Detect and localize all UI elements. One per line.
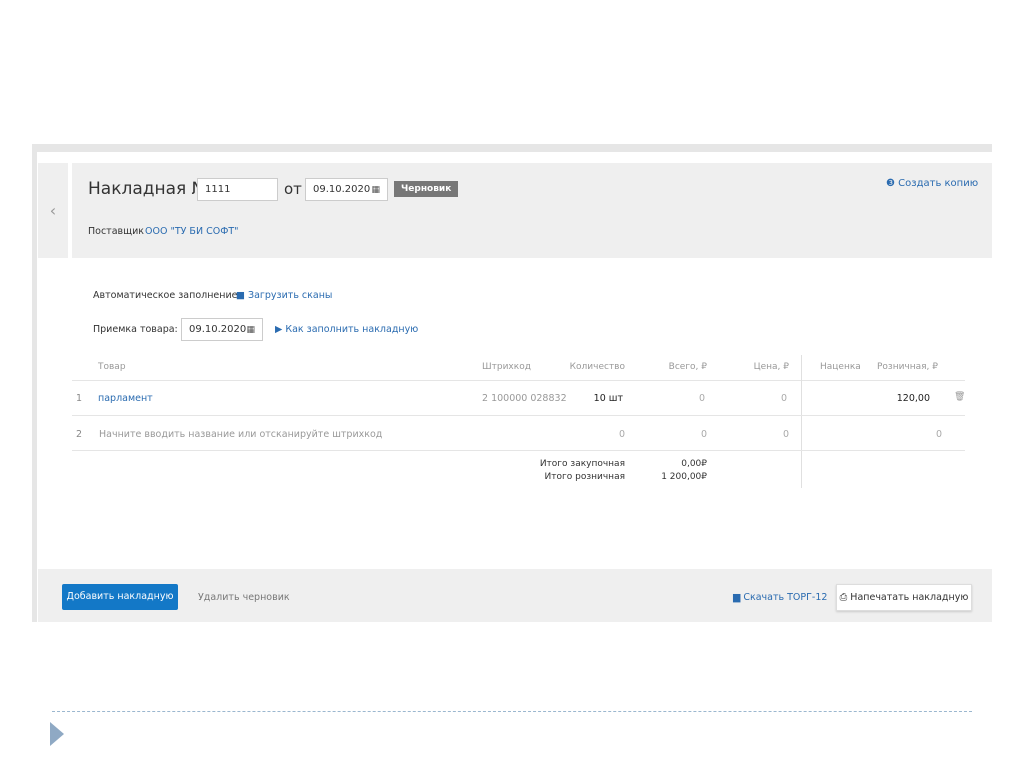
page-title: Накладная № bbox=[88, 179, 210, 199]
column-divider bbox=[801, 355, 802, 488]
upload-scans-link[interactable]: ■ Загрузить сканы bbox=[236, 290, 332, 301]
calendar-icon[interactable]: ▦ bbox=[371, 179, 380, 201]
divider bbox=[72, 450, 965, 451]
divider bbox=[72, 415, 965, 416]
row-number: 1 bbox=[76, 393, 83, 404]
download-torg12-label: Скачать ТОРГ-12 bbox=[743, 592, 828, 603]
price-input[interactable]: 0 bbox=[709, 429, 789, 440]
quantity-input[interactable]: 0 bbox=[545, 429, 625, 440]
left-border bbox=[32, 152, 37, 622]
delete-draft-link[interactable]: Удалить черновик bbox=[198, 592, 290, 603]
upload-scans-label: Загрузить сканы bbox=[248, 290, 333, 301]
print-invoice-button[interactable]: ⎙ Напечатать накладную bbox=[836, 584, 972, 611]
retail-total-label: Итого розничная bbox=[544, 472, 625, 482]
slide-divider bbox=[52, 711, 972, 712]
copy-icon: ❸ bbox=[886, 178, 899, 189]
document-icon: ▆ bbox=[733, 592, 744, 603]
download-torg12-link[interactable]: ▆ Скачать ТОРГ-12 bbox=[733, 592, 827, 603]
col-qty: Количество bbox=[569, 362, 625, 372]
slide-arrow-icon bbox=[50, 722, 64, 746]
status-badge: Черновик bbox=[394, 181, 459, 197]
col-retail: Розничная, ₽ bbox=[876, 362, 938, 372]
top-bar bbox=[32, 144, 992, 152]
col-total: Всего, ₽ bbox=[668, 362, 707, 372]
total-input[interactable]: 0 bbox=[627, 429, 707, 440]
back-button[interactable]: ‹ bbox=[38, 163, 68, 258]
trash-icon[interactable]: 🗑 bbox=[954, 392, 965, 402]
from-label: от bbox=[284, 180, 302, 198]
print-invoice-label: Напечатать накладную bbox=[850, 592, 969, 603]
divider bbox=[72, 380, 965, 381]
create-copy-link[interactable]: ❸ Создать копию bbox=[886, 178, 978, 189]
quantity-input[interactable]: 10 шт bbox=[545, 393, 623, 404]
row-number: 2 bbox=[76, 429, 83, 440]
purchase-total: 0,00₽ bbox=[681, 459, 707, 469]
col-price: Цена, ₽ bbox=[753, 362, 789, 372]
how-to-fill-link[interactable]: ▶ Как заполнить накладную bbox=[275, 324, 418, 335]
product-search-input[interactable]: Начните вводить название или отсканируйт… bbox=[99, 429, 382, 440]
price-input[interactable]: 0 bbox=[709, 393, 787, 404]
receipt-date-input[interactable]: 09.10.2020 ▦ bbox=[181, 318, 263, 341]
col-markup: Наценка bbox=[820, 362, 861, 372]
retail-input[interactable]: 120,00 bbox=[850, 393, 930, 404]
purchase-total-label: Итого закупочная bbox=[539, 459, 625, 469]
video-icon: ▶ bbox=[275, 324, 286, 335]
autofill-label: Автоматическое заполнение: bbox=[93, 290, 241, 301]
invoice-date-input[interactable]: 09.10.2020 ▦ bbox=[305, 178, 388, 201]
col-product: Товар bbox=[98, 362, 126, 372]
receipt-label: Приемка товара: bbox=[93, 324, 178, 335]
calendar-icon[interactable]: ▦ bbox=[246, 319, 255, 341]
create-copy-label: Создать копию bbox=[898, 178, 979, 189]
total-input[interactable]: 0 bbox=[627, 393, 705, 404]
receipt-date-value: 09.10.2020 bbox=[189, 324, 247, 335]
col-barcode: Штрихкод bbox=[482, 362, 531, 372]
camera-icon: ■ bbox=[236, 290, 248, 301]
retail-total: 1 200,00₽ bbox=[661, 472, 707, 482]
how-to-fill-label: Как заполнить накладную bbox=[285, 324, 419, 335]
invoice-date-value: 09.10.2020 bbox=[313, 184, 371, 195]
retail-input[interactable]: 0 bbox=[862, 429, 942, 440]
add-invoice-button[interactable]: Добавить накладную bbox=[62, 584, 178, 610]
product-link[interactable]: парламент bbox=[98, 393, 153, 404]
supplier-link[interactable]: ООО "ТУ БИ СОФТ" bbox=[145, 226, 239, 237]
supplier-label: Поставщик bbox=[88, 226, 144, 237]
chevron-left-icon: ‹ bbox=[49, 201, 57, 220]
invoice-number-input[interactable]: 1111 bbox=[197, 178, 278, 201]
printer-icon: ⎙ bbox=[839, 592, 851, 603]
